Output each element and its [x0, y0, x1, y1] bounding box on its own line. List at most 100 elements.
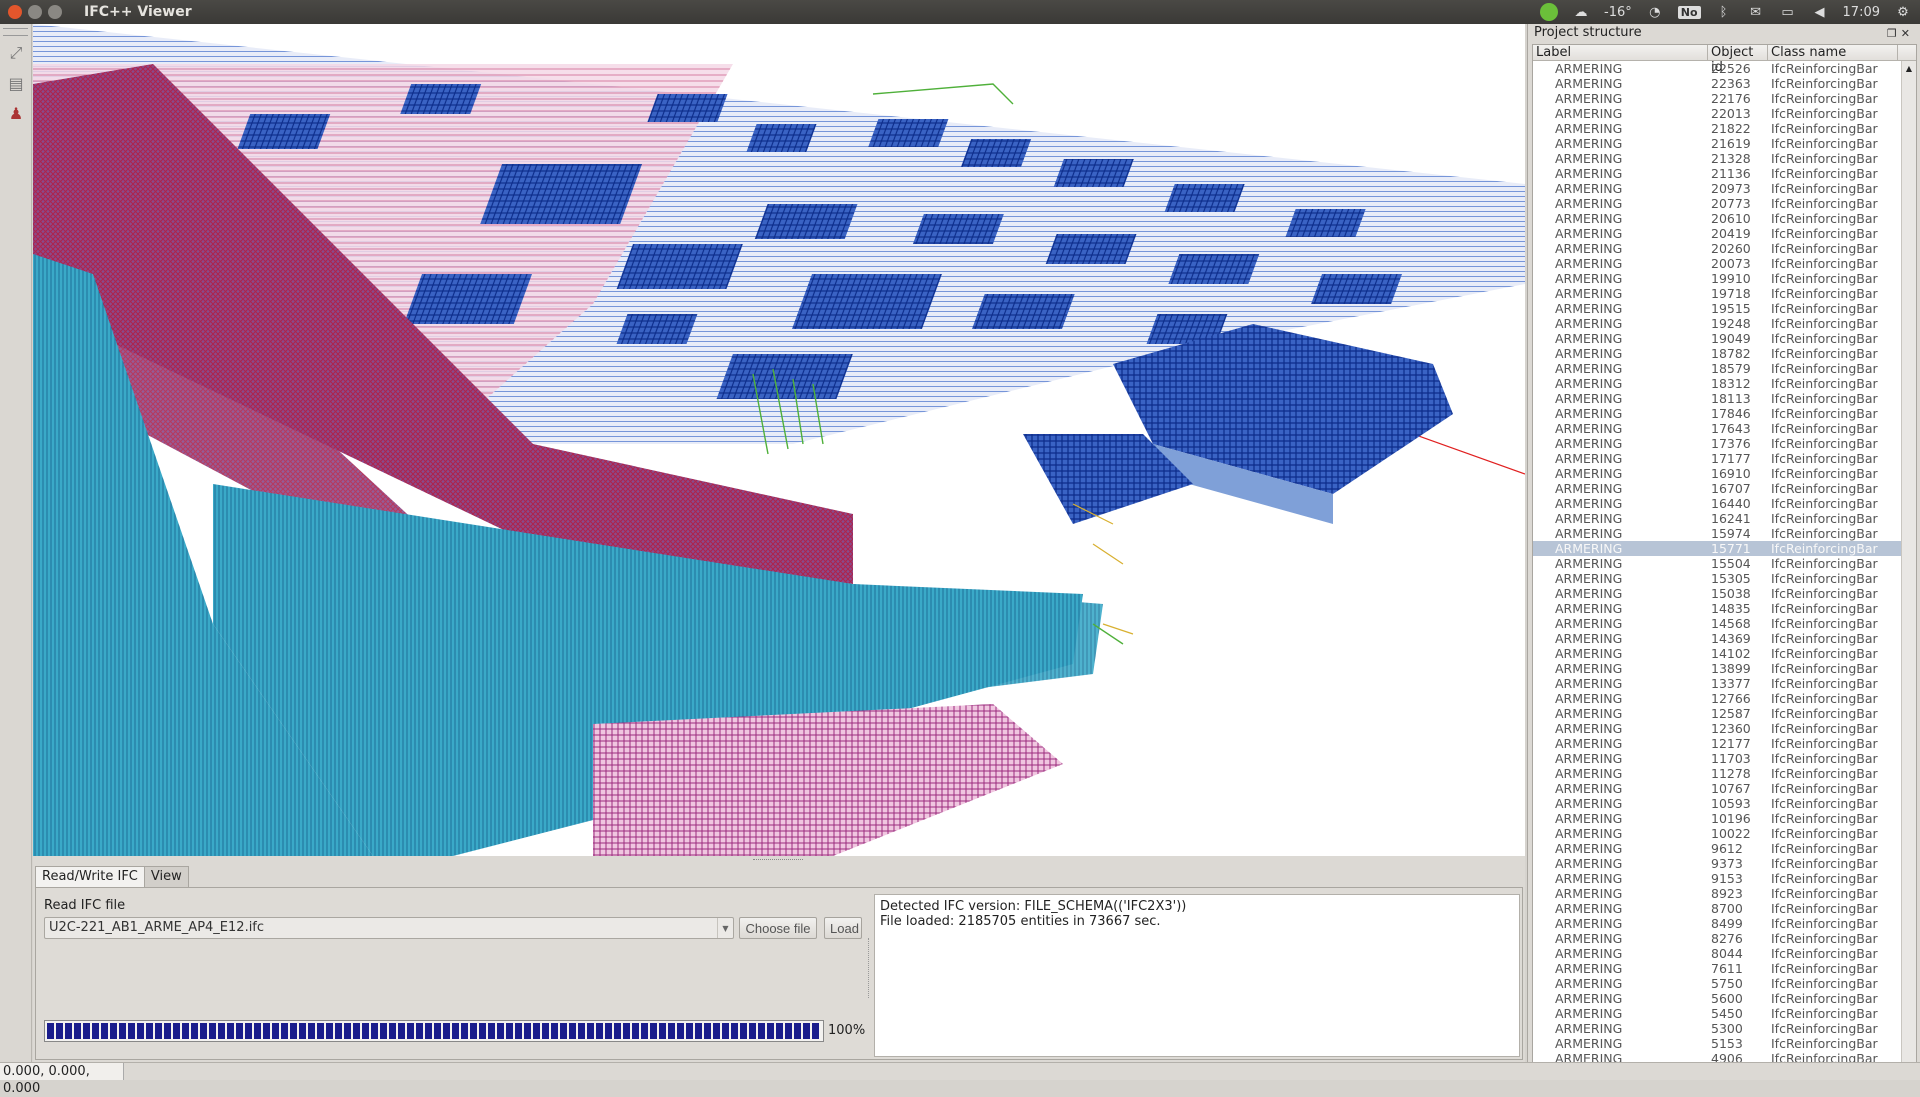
- table-row[interactable]: ARMERING 19718 IfcReinforcingBar: [1533, 286, 1903, 301]
- table-row[interactable]: ARMERING 15771 IfcReinforcingBar: [1533, 541, 1903, 556]
- table-row[interactable]: ARMERING 20773 IfcReinforcingBar: [1533, 196, 1903, 211]
- table-row[interactable]: ARMERING 19248 IfcReinforcingBar: [1533, 316, 1903, 331]
- table-row[interactable]: ARMERING 11703 IfcReinforcingBar: [1533, 751, 1903, 766]
- dock-close-icon[interactable]: ✕: [1901, 27, 1914, 40]
- table-row[interactable]: ARMERING 5600 IfcReinforcingBar: [1533, 991, 1903, 1006]
- table-row[interactable]: ARMERING 16707 IfcReinforcingBar: [1533, 481, 1903, 496]
- table-row[interactable]: ARMERING 16440 IfcReinforcingBar: [1533, 496, 1903, 511]
- volume-icon[interactable]: ◀: [1811, 4, 1829, 20]
- clock[interactable]: 17:09: [1843, 5, 1880, 20]
- project-tree[interactable]: Label Object id Class name ARMERING 22526…: [1532, 44, 1917, 1080]
- tree-scrollbar[interactable]: ▲ ▼: [1901, 61, 1916, 1079]
- dock-title-bar[interactable]: Project structure ❐✕: [1528, 24, 1920, 42]
- table-row[interactable]: ARMERING 12360 IfcReinforcingBar: [1533, 721, 1903, 736]
- view-cube-icon[interactable]: ▤: [3, 70, 29, 96]
- table-row[interactable]: ARMERING 14102 IfcReinforcingBar: [1533, 646, 1903, 661]
- dock-float-icon[interactable]: ❐: [1887, 27, 1901, 40]
- mail-icon[interactable]: ✉: [1747, 4, 1765, 20]
- table-row[interactable]: ARMERING 14369 IfcReinforcingBar: [1533, 631, 1903, 646]
- table-row[interactable]: ARMERING 17846 IfcReinforcingBar: [1533, 406, 1903, 421]
- table-row[interactable]: ARMERING 10593 IfcReinforcingBar: [1533, 796, 1903, 811]
- table-row[interactable]: ARMERING 13899 IfcReinforcingBar: [1533, 661, 1903, 676]
- table-row[interactable]: ARMERING 8276 IfcReinforcingBar: [1533, 931, 1903, 946]
- table-row[interactable]: ARMERING 18113 IfcReinforcingBar: [1533, 391, 1903, 406]
- table-row[interactable]: ARMERING 14568 IfcReinforcingBar: [1533, 616, 1903, 631]
- table-row[interactable]: ARMERING 12587 IfcReinforcingBar: [1533, 706, 1903, 721]
- table-row[interactable]: ARMERING 8923 IfcReinforcingBar: [1533, 886, 1903, 901]
- choose-file-button[interactable]: Choose file: [739, 917, 817, 939]
- table-row[interactable]: ARMERING 15038 IfcReinforcingBar: [1533, 586, 1903, 601]
- table-row[interactable]: ARMERING 12177 IfcReinforcingBar: [1533, 736, 1903, 751]
- table-row[interactable]: ARMERING 16910 IfcReinforcingBar: [1533, 466, 1903, 481]
- battery-icon[interactable]: ▭: [1779, 4, 1797, 20]
- temperature-readout[interactable]: -16°: [1604, 5, 1632, 20]
- table-row[interactable]: ARMERING 5300 IfcReinforcingBar: [1533, 1021, 1903, 1036]
- gear-icon[interactable]: ⚙: [1894, 4, 1912, 20]
- table-row[interactable]: ARMERING 20260 IfcReinforcingBar: [1533, 241, 1903, 256]
- table-row[interactable]: ARMERING 19910 IfcReinforcingBar: [1533, 271, 1903, 286]
- table-row[interactable]: ARMERING 18579 IfcReinforcingBar: [1533, 361, 1903, 376]
- tab-view[interactable]: View: [143, 866, 189, 887]
- load-button[interactable]: Load: [824, 917, 862, 939]
- panel-splitter[interactable]: [868, 938, 872, 998]
- table-row[interactable]: ARMERING 15974 IfcReinforcingBar: [1533, 526, 1903, 541]
- column-header-object-id[interactable]: Object id: [1708, 45, 1768, 75]
- table-row[interactable]: ARMERING 11278 IfcReinforcingBar: [1533, 766, 1903, 781]
- ifc-model-render[interactable]: [33, 24, 1525, 856]
- file-path-combobox[interactable]: U2C-221_AB1_ARME_AP4_E12.ifc ▼: [44, 917, 734, 939]
- table-row[interactable]: ARMERING 7611 IfcReinforcingBar: [1533, 961, 1903, 976]
- table-row[interactable]: ARMERING 10022 IfcReinforcingBar: [1533, 826, 1903, 841]
- table-row[interactable]: ARMERING 22176 IfcReinforcingBar: [1533, 91, 1903, 106]
- table-row[interactable]: ARMERING 8499 IfcReinforcingBar: [1533, 916, 1903, 931]
- table-row[interactable]: ARMERING 16241 IfcReinforcingBar: [1533, 511, 1903, 526]
- close-icon[interactable]: [8, 5, 22, 19]
- minimize-icon[interactable]: [28, 5, 42, 19]
- tab-read-write-ifc[interactable]: Read/Write IFC: [35, 866, 145, 887]
- weather-icon[interactable]: ☁: [1572, 4, 1590, 20]
- table-row[interactable]: ARMERING 15504 IfcReinforcingBar: [1533, 556, 1903, 571]
- toolbar-grip[interactable]: [3, 28, 28, 36]
- table-row[interactable]: ARMERING 21328 IfcReinforcingBar: [1533, 151, 1903, 166]
- table-row[interactable]: ARMERING 9153 IfcReinforcingBar: [1533, 871, 1903, 886]
- table-row[interactable]: ARMERING 18312 IfcReinforcingBar: [1533, 376, 1903, 391]
- walk-icon[interactable]: ♟: [3, 100, 29, 126]
- maximize-icon[interactable]: [48, 5, 62, 19]
- table-row[interactable]: ARMERING 17177 IfcReinforcingBar: [1533, 451, 1903, 466]
- table-row[interactable]: ARMERING 5153 IfcReinforcingBar: [1533, 1036, 1903, 1051]
- table-row[interactable]: ARMERING 20073 IfcReinforcingBar: [1533, 256, 1903, 271]
- 3d-viewport[interactable]: [33, 24, 1525, 856]
- table-row[interactable]: ARMERING 19515 IfcReinforcingBar: [1533, 301, 1903, 316]
- wifi-icon[interactable]: ◔: [1646, 4, 1664, 20]
- table-row[interactable]: ARMERING 22526 IfcReinforcingBar: [1533, 61, 1903, 76]
- table-row[interactable]: ARMERING 17376 IfcReinforcingBar: [1533, 436, 1903, 451]
- table-row[interactable]: ARMERING 17643 IfcReinforcingBar: [1533, 421, 1903, 436]
- table-row[interactable]: ARMERING 21822 IfcReinforcingBar: [1533, 121, 1903, 136]
- table-row[interactable]: ARMERING 15305 IfcReinforcingBar: [1533, 571, 1903, 586]
- table-row[interactable]: ARMERING 10767 IfcReinforcingBar: [1533, 781, 1903, 796]
- column-header-class-name[interactable]: Class name: [1768, 45, 1898, 60]
- table-row[interactable]: ARMERING 12766 IfcReinforcingBar: [1533, 691, 1903, 706]
- zoom-fit-icon[interactable]: ⤢: [3, 40, 29, 66]
- table-row[interactable]: ARMERING 5450 IfcReinforcingBar: [1533, 1006, 1903, 1021]
- table-row[interactable]: ARMERING 22363 IfcReinforcingBar: [1533, 76, 1903, 91]
- bluetooth-icon[interactable]: ᛒ: [1715, 4, 1733, 20]
- table-row[interactable]: ARMERING 10196 IfcReinforcingBar: [1533, 811, 1903, 826]
- column-header-label[interactable]: Label: [1533, 45, 1708, 60]
- table-row[interactable]: ARMERING 9612 IfcReinforcingBar: [1533, 841, 1903, 856]
- table-row[interactable]: ARMERING 21136 IfcReinforcingBar: [1533, 166, 1903, 181]
- table-row[interactable]: ARMERING 9373 IfcReinforcingBar: [1533, 856, 1903, 871]
- table-row[interactable]: ARMERING 20973 IfcReinforcingBar: [1533, 181, 1903, 196]
- table-row[interactable]: ARMERING 21619 IfcReinforcingBar: [1533, 136, 1903, 151]
- keyboard-layout-badge[interactable]: No: [1677, 5, 1701, 19]
- table-row[interactable]: ARMERING 13377 IfcReinforcingBar: [1533, 676, 1903, 691]
- log-output[interactable]: Detected IFC version: FILE_SCHEMA(('IFC2…: [874, 894, 1520, 1057]
- table-row[interactable]: ARMERING 8044 IfcReinforcingBar: [1533, 946, 1903, 961]
- table-row[interactable]: ARMERING 5750 IfcReinforcingBar: [1533, 976, 1903, 991]
- spotify-icon[interactable]: [1540, 3, 1559, 21]
- table-row[interactable]: ARMERING 8700 IfcReinforcingBar: [1533, 901, 1903, 916]
- table-row[interactable]: ARMERING 20419 IfcReinforcingBar: [1533, 226, 1903, 241]
- scroll-up-icon[interactable]: ▲: [1902, 61, 1916, 75]
- table-row[interactable]: ARMERING 18782 IfcReinforcingBar: [1533, 346, 1903, 361]
- table-row[interactable]: ARMERING 19049 IfcReinforcingBar: [1533, 331, 1903, 346]
- viewport-splitter[interactable]: [33, 856, 1525, 864]
